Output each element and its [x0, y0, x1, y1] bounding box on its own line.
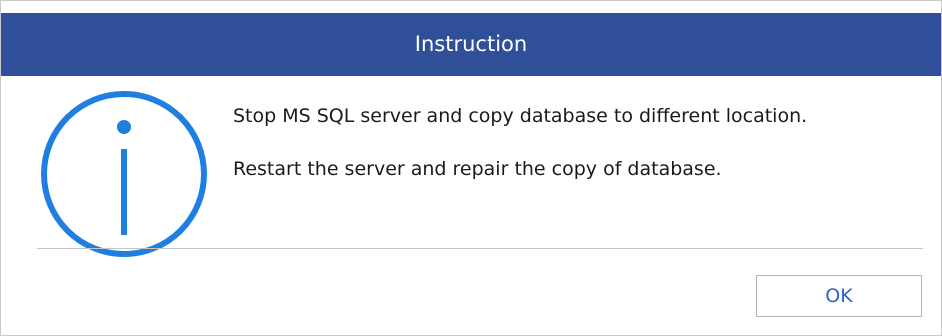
message-line-1: Stop MS SQL server and copy database to …	[233, 105, 808, 127]
ok-button[interactable]: OK	[756, 275, 922, 317]
message-line-2: Restart the server and repair the copy o…	[233, 158, 722, 180]
divider	[37, 248, 923, 249]
info-icon	[41, 91, 207, 257]
dialog-title-bar: Instruction	[1, 13, 941, 76]
instruction-dialog: Instruction Stop MS SQL server and copy …	[0, 0, 942, 336]
dialog-title: Instruction	[414, 32, 528, 56]
